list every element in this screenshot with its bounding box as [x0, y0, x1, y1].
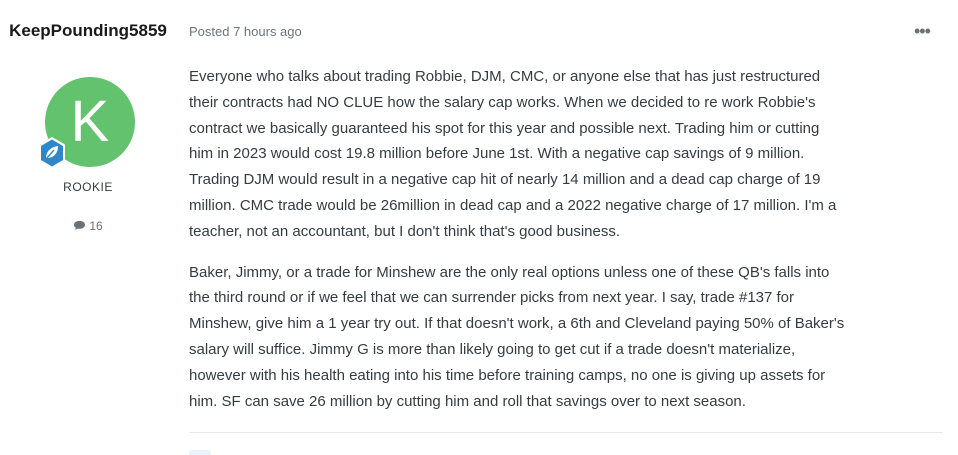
more-options-icon[interactable]: ••• — [914, 22, 931, 40]
post-paragraph: Everyone who talks about trading Robbie,… — [189, 68, 837, 240]
post-paragraph: Baker, Jimmy, or a trade for Minshew are… — [189, 263, 845, 410]
post-content: Everyone who talks about trading Robbie,… — [189, 64, 949, 414]
comment-icon — [74, 220, 86, 230]
author-avatar-container[interactable]: K — [39, 77, 135, 169]
author-post-count[interactable]: 16 — [0, 219, 176, 233]
reaction-button[interactable] — [189, 450, 211, 455]
leaf-badge-icon — [39, 137, 65, 169]
post-timestamp[interactable]: Posted 7 hours ago — [189, 24, 302, 39]
author-rank-title: ROOKIE — [63, 180, 113, 194]
author-username[interactable]: KeepPounding5859 — [8, 20, 168, 42]
post-footer-divider — [189, 432, 943, 433]
post-count-value: 16 — [89, 219, 103, 233]
forum-post: KeepPounding5859 K ROOKIE 16 Posted 7 ho… — [0, 0, 958, 455]
